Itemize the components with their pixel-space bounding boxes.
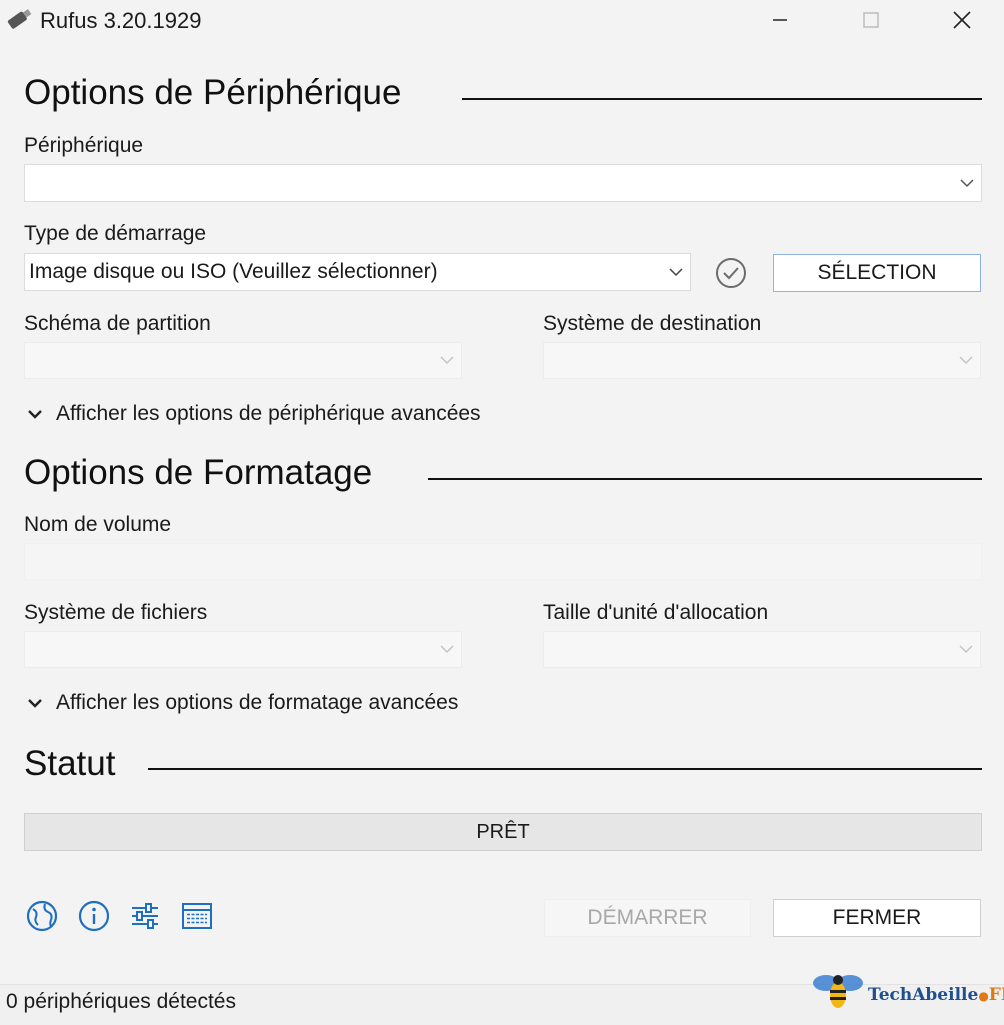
maximize-button[interactable] — [848, 0, 894, 40]
chevron-down-icon — [952, 632, 980, 667]
watermark-brand: TechAbeille — [868, 985, 979, 1005]
partition-scheme-label: Schéma de partition — [24, 312, 211, 335]
advanced-device-options-toggle[interactable]: Afficher les options de périphérique ava… — [24, 402, 481, 426]
close-window-button[interactable] — [939, 0, 985, 40]
advanced-format-options-label: Afficher les options de formatage avancé… — [56, 691, 459, 714]
chevron-down-icon — [952, 343, 980, 378]
chevron-down-icon — [662, 254, 690, 290]
cluster-size-label: Taille d'unité d'allocation — [543, 601, 769, 624]
chevron-down-icon — [24, 409, 46, 419]
maximize-icon — [863, 12, 879, 28]
volume-label-label: Nom de volume — [24, 513, 172, 536]
chevron-down-icon — [433, 632, 461, 667]
log-table-icon[interactable] — [179, 898, 215, 934]
info-icon[interactable] — [76, 898, 112, 934]
device-label: Périphérique — [24, 134, 144, 157]
progress-status-text: PRÊT — [476, 820, 530, 843]
boot-type-label: Type de démarrage — [24, 222, 207, 245]
device-count-status: 0 périphériques détectés — [6, 990, 236, 1013]
chevron-down-icon — [953, 165, 981, 201]
minimize-icon — [773, 19, 787, 21]
globe-icon[interactable] — [24, 898, 60, 934]
chevron-down-icon — [24, 698, 46, 708]
boot-type-dropdown[interactable]: Image disque ou ISO (Veuillez sélectionn… — [24, 253, 691, 291]
watermark-suffix: FR — [988, 985, 1004, 1005]
section-divider — [462, 98, 982, 100]
partition-scheme-dropdown[interactable] — [24, 342, 462, 379]
boot-type-value: Image disque ou ISO (Veuillez sélectionn… — [29, 260, 438, 283]
target-system-label: Système de destination — [543, 312, 762, 335]
bee-logo-icon — [810, 970, 866, 1012]
minimize-button[interactable] — [757, 0, 803, 40]
section-divider — [148, 768, 982, 770]
section-divider — [428, 478, 982, 480]
close-button[interactable]: FERMER — [773, 899, 981, 937]
settings-sliders-icon[interactable] — [127, 898, 163, 934]
device-dropdown[interactable] — [24, 164, 982, 202]
checksum-check-icon[interactable] — [714, 256, 748, 290]
close-icon — [953, 11, 971, 29]
filesystem-label: Système de fichiers — [24, 601, 208, 624]
filesystem-dropdown[interactable] — [24, 631, 462, 668]
chevron-down-icon — [433, 343, 461, 378]
advanced-device-options-label: Afficher les options de périphérique ava… — [56, 402, 481, 425]
status-progress-bar: PRÊT — [24, 813, 982, 851]
rufus-usb-icon — [4, 8, 34, 30]
device-options-heading: Options de Périphérique — [24, 73, 402, 112]
target-system-dropdown[interactable] — [543, 342, 981, 379]
start-button[interactable]: DÉMARRER — [544, 899, 751, 937]
advanced-format-options-toggle[interactable]: Afficher les options de formatage avancé… — [24, 691, 458, 715]
watermark-text: TechAbeille●FR — [868, 985, 1004, 1005]
format-options-heading: Options de Formatage — [24, 453, 373, 492]
volume-label-input[interactable] — [24, 543, 982, 580]
select-image-button[interactable]: SÉLECTION — [773, 254, 981, 292]
cluster-size-dropdown[interactable] — [543, 631, 981, 668]
status-heading: Statut — [24, 744, 116, 783]
window-title: Rufus 3.20.1929 — [40, 8, 202, 33]
